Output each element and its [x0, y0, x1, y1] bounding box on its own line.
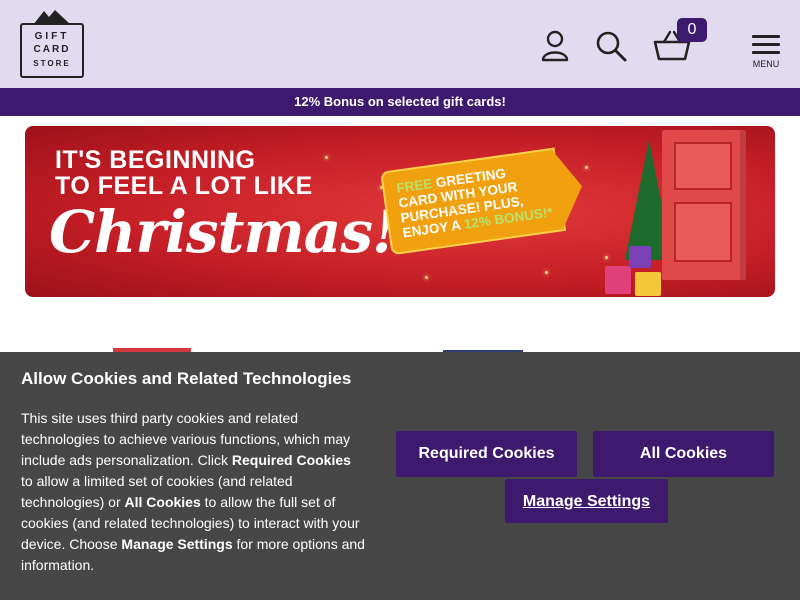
account-button[interactable] [537, 28, 573, 64]
menu-button[interactable]: MENU [750, 33, 782, 71]
cookie-consent-banner: Allow Cookies and Related Technologies T… [0, 352, 800, 600]
sparkle [325, 156, 328, 159]
search-icon [596, 31, 627, 62]
gift-box-illustration [629, 246, 651, 268]
sparkle [425, 276, 428, 279]
cookie-body-bold: All Cookies [124, 494, 201, 510]
menu-label: MENU [752, 59, 780, 69]
all-cookies-button[interactable]: All Cookies [593, 431, 774, 477]
cookie-body-text: This site uses third party cookies and r… [21, 408, 366, 576]
hamburger-bar [752, 51, 780, 54]
account-icon [541, 30, 569, 62]
banner-headline-2: TO FEEL A LOT LIKE [55, 172, 313, 200]
sparkle [605, 256, 608, 259]
gift-box-illustration [605, 266, 631, 294]
promo-bar[interactable]: 12% Bonus on selected gift cards! [0, 88, 800, 116]
christmas-banner[interactable]: IT'S BEGINNING TO FEEL A LOT LIKE Christ… [25, 126, 775, 297]
logo-text-card: CARD [33, 44, 71, 55]
banner-headline-1: IT'S BEGINNING [55, 146, 256, 174]
door-panel [674, 202, 732, 262]
site-header: GIFT CARD STORE 0 MENU [0, 0, 800, 88]
cart-count-badge[interactable]: 0 [677, 18, 707, 42]
cookie-body-bold: Manage Settings [121, 536, 233, 552]
manage-settings-button[interactable]: Manage Settings [505, 479, 668, 523]
banner-christmas-script: Christmas! [49, 198, 397, 266]
hamburger-menu-icon [752, 35, 780, 38]
door-illustration [662, 130, 746, 280]
gift-card-store-logo[interactable]: GIFT CARD STORE [20, 9, 84, 78]
free-greeting-card-tag: FREE GREETING CARD WITH YOUR PURCHASE! P… [380, 144, 588, 256]
hamburger-bar [752, 43, 780, 46]
required-cookies-button[interactable]: Required Cookies [396, 431, 577, 477]
cookie-body-bold: Required Cookies [231, 452, 351, 468]
search-button[interactable] [593, 28, 629, 64]
sparkle [585, 166, 588, 169]
logo-text-store: STORE [33, 59, 71, 68]
sparkle [545, 271, 548, 274]
door-panel [674, 142, 732, 190]
logo-text-gift: GIFT [34, 31, 70, 42]
gift-box-illustration [635, 272, 661, 296]
cookie-title: Allow Cookies and Related Technologies [21, 369, 352, 388]
